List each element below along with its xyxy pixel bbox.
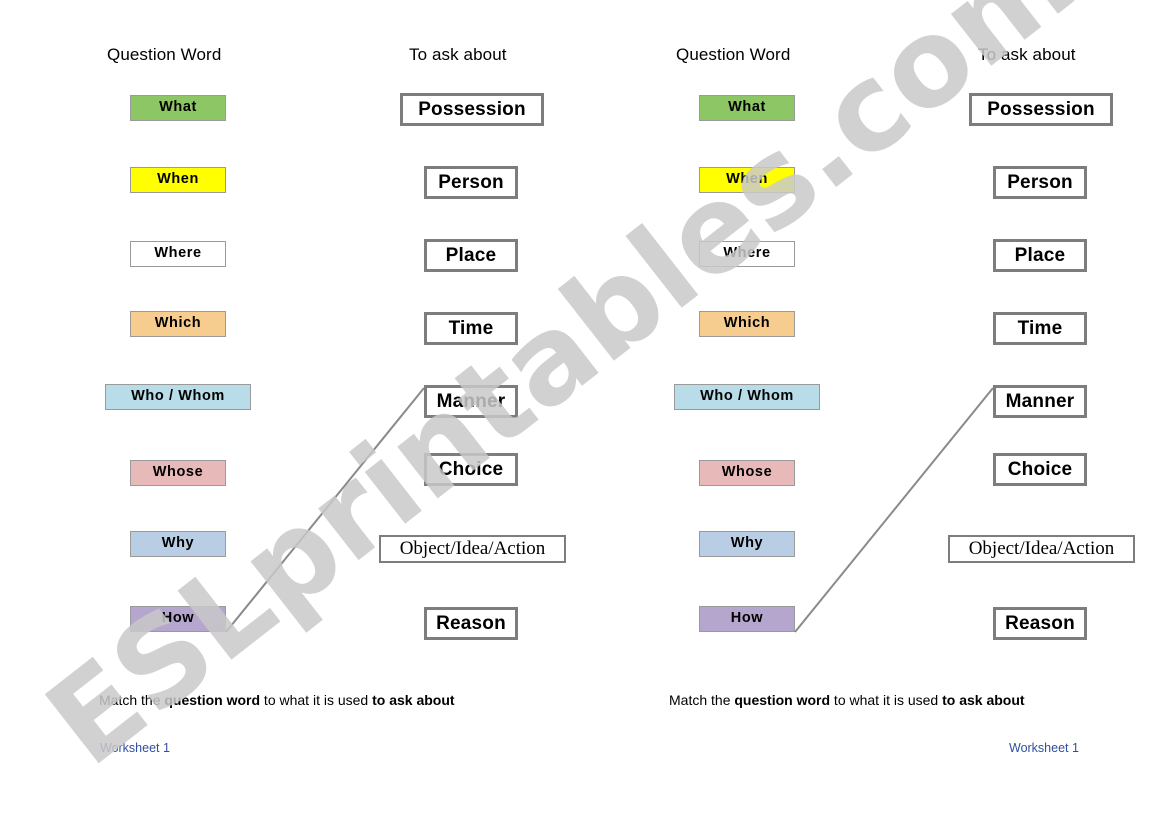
instruction-bold-to-ask-about: to ask about: [942, 692, 1025, 708]
question-word-box-how[interactable]: How: [699, 606, 795, 632]
worksheet-label: Worksheet 1: [1009, 741, 1079, 755]
column-header-question-word: Question Word: [107, 45, 222, 64]
answer-box-person[interactable]: Person: [424, 166, 518, 199]
question-word-box-where[interactable]: Where: [130, 241, 226, 267]
question-word-box-what[interactable]: What: [699, 95, 795, 121]
question-word-box-why[interactable]: Why: [699, 531, 795, 557]
answer-box-time[interactable]: Time: [993, 312, 1087, 345]
answer-box-manner[interactable]: Manner: [993, 385, 1087, 418]
question-word-box-which[interactable]: Which: [130, 311, 226, 337]
instruction-bold-question-word: question word: [164, 692, 261, 708]
column-header-question-word: Question Word: [676, 45, 791, 64]
column-header-to-ask-about: To ask about: [409, 45, 507, 64]
column-header-to-ask-about: To ask about: [978, 45, 1076, 64]
question-word-box-what[interactable]: What: [130, 95, 226, 121]
answer-box-object-idea-action[interactable]: Object/Idea/Action: [948, 535, 1135, 563]
answer-box-time[interactable]: Time: [424, 312, 518, 345]
instruction-bold-question-word: question word: [734, 692, 831, 708]
question-word-box-why[interactable]: Why: [130, 531, 226, 557]
question-word-box-whose[interactable]: Whose: [699, 460, 795, 486]
answer-box-reason[interactable]: Reason: [993, 607, 1087, 640]
answer-box-reason[interactable]: Reason: [424, 607, 518, 640]
answer-box-manner[interactable]: Manner: [424, 385, 518, 418]
question-word-box-when[interactable]: When: [130, 167, 226, 193]
question-word-box-who-whom[interactable]: Who / Whom: [674, 384, 820, 410]
worksheet-label: Worksheet 1: [100, 741, 170, 755]
answer-box-object-idea-action[interactable]: Object/Idea/Action: [379, 535, 566, 563]
answer-box-place[interactable]: Place: [424, 239, 518, 272]
answer-box-person[interactable]: Person: [993, 166, 1087, 199]
worksheet-half-left: Question Word To ask about What When Whe…: [0, 0, 584, 821]
question-word-box-which[interactable]: Which: [699, 311, 795, 337]
instruction-bold-to-ask-about: to ask about: [372, 692, 455, 708]
worksheet-half-right: Question Word To ask about What When Whe…: [569, 0, 1153, 821]
answer-box-possession[interactable]: Possession: [969, 93, 1113, 126]
answer-box-choice[interactable]: Choice: [993, 453, 1087, 486]
answer-box-choice[interactable]: Choice: [424, 453, 518, 486]
question-word-box-when[interactable]: When: [699, 167, 795, 193]
instruction-prefix: Match the: [669, 692, 735, 708]
question-word-box-where[interactable]: Where: [699, 241, 795, 267]
question-word-box-whose[interactable]: Whose: [130, 460, 226, 486]
instruction-text: Match the question word to what it is us…: [99, 692, 455, 708]
answer-box-place[interactable]: Place: [993, 239, 1087, 272]
instruction-text: Match the question word to what it is us…: [669, 692, 1025, 708]
instruction-middle: to what it is used: [260, 692, 373, 708]
instruction-prefix: Match the: [99, 692, 165, 708]
instruction-middle: to what it is used: [830, 692, 943, 708]
question-word-box-who-whom[interactable]: Who / Whom: [105, 384, 251, 410]
answer-box-possession[interactable]: Possession: [400, 93, 544, 126]
question-word-box-how[interactable]: How: [130, 606, 226, 632]
